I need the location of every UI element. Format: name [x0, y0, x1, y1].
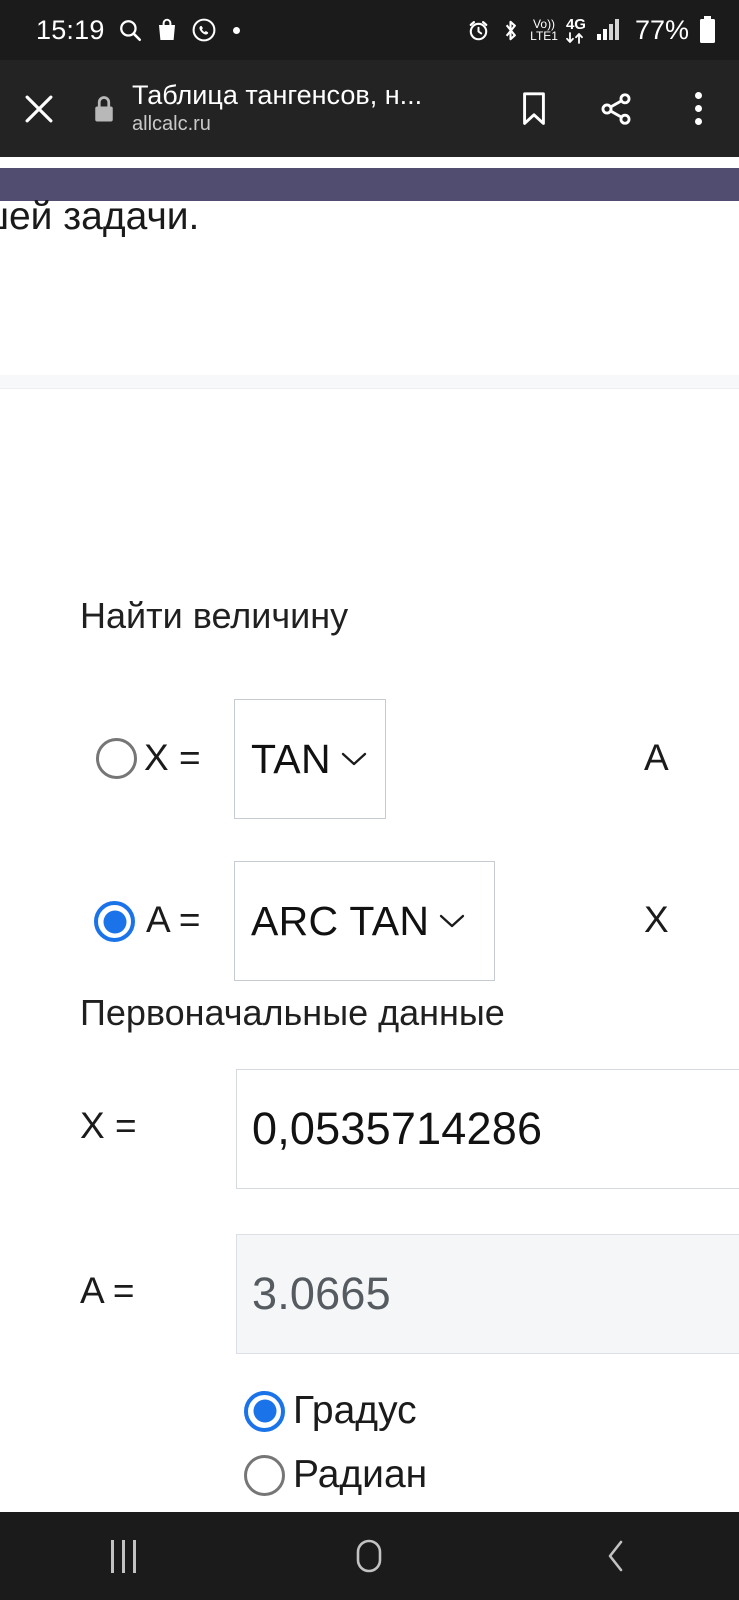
status-bar: 15:19 Vo)) LTE1 4G 77%	[0, 0, 739, 60]
system-navigation-bar	[0, 1512, 739, 1600]
mode-radio-a[interactable]	[94, 901, 135, 942]
section-divider	[0, 375, 739, 389]
site-security-button[interactable]	[78, 94, 130, 124]
status-bar-right: Vo)) LTE1 4G 77%	[466, 15, 717, 46]
chevron-down-icon	[440, 914, 465, 928]
x-input-value: 0,0535714286	[252, 1103, 543, 1154]
home-button[interactable]	[246, 1512, 492, 1600]
close-tab-button[interactable]	[0, 60, 78, 157]
signal-icon	[596, 19, 619, 40]
unit-label-degree: Градус	[293, 1389, 417, 1432]
back-button[interactable]	[493, 1512, 739, 1600]
bluetooth-icon	[505, 20, 517, 40]
more-options-icon	[694, 92, 702, 125]
mode-lead-label-a: A =	[146, 899, 201, 940]
unit-option-degree[interactable]: Градус	[244, 1389, 417, 1433]
field-row-x: X = 0,0535714286	[0, 1069, 739, 1189]
chevron-down-icon	[341, 752, 367, 766]
whatsapp-icon	[192, 18, 216, 42]
volte-icon: Vo)) LTE1	[530, 17, 558, 43]
page-webview: ашей задачи. Найти величину X = TAN A	[0, 157, 739, 1512]
dot-indicator-icon	[232, 26, 240, 34]
mode-tail-label-a: X	[644, 899, 669, 940]
share-button[interactable]	[575, 60, 657, 157]
mode-lead-label-x: X =	[144, 737, 201, 778]
unit-radio-radian[interactable]	[244, 1454, 285, 1496]
unit-option-radian[interactable]: Радиан	[244, 1453, 427, 1497]
browser-toolbar: Таблица тангенсов, н... allcalc.ru	[0, 60, 739, 157]
mode-radio-x[interactable]	[96, 738, 137, 779]
field-label-a: A =	[80, 1270, 135, 1311]
alarm-icon	[469, 20, 488, 40]
close-icon	[25, 95, 53, 122]
a-result-output: 3.0665	[236, 1234, 739, 1354]
bookmark-icon	[523, 91, 545, 125]
a-result-value: 3.0665	[252, 1268, 391, 1319]
function-select-arctan[interactable]: ARC TAN	[234, 861, 495, 981]
mode-row-a[interactable]: A = ARC TAN X	[0, 861, 739, 981]
share-icon	[601, 92, 631, 125]
unit-label-radian: Радиан	[293, 1453, 428, 1496]
more-options-button[interactable]	[657, 60, 739, 157]
battery-icon	[700, 16, 715, 43]
function-select-tan-value: TAN	[251, 735, 331, 782]
bookmark-button[interactable]	[493, 60, 575, 157]
function-select-tan[interactable]: TAN	[234, 699, 386, 819]
find-quantity-heading: Найти величину	[80, 595, 349, 636]
battery-percent-label: 77%	[634, 14, 689, 45]
4g-data-icon: 4G	[565, 17, 587, 44]
recents-button[interactable]	[0, 1512, 246, 1600]
phone-screen: 15:19 Vo)) LTE1 4G 77% Таблица тангенсов…	[0, 0, 739, 1600]
status-clock: 15:19	[36, 14, 105, 45]
x-input[interactable]: 0,0535714286	[236, 1069, 739, 1189]
back-icon	[608, 1540, 623, 1572]
mode-tail-label-x: A	[644, 737, 669, 778]
unit-radio-degree[interactable]	[244, 1390, 285, 1432]
function-select-arctan-value: ARC TAN	[251, 897, 430, 944]
lock-icon	[95, 95, 113, 121]
status-bar-left: 15:19	[36, 15, 240, 46]
home-icon	[357, 1539, 382, 1573]
initial-data-heading: Первоначальные данные	[80, 992, 505, 1033]
search-icon	[119, 20, 141, 42]
shopping-bag-icon	[158, 18, 175, 40]
page-title: Таблица тангенсов, н...	[132, 79, 423, 110]
recents-icon	[110, 1539, 136, 1573]
page-origin: allcalc.ru	[132, 113, 211, 136]
field-row-a: A = 3.0665	[0, 1234, 739, 1354]
address-bar[interactable]: Таблица тангенсов, н... allcalc.ru	[130, 80, 493, 137]
mode-row-x[interactable]: X = TAN A	[0, 699, 739, 819]
page-paragraph-clipped: ашей задачи.	[0, 195, 200, 238]
data-arrows-icon	[566, 31, 583, 44]
field-label-x: X =	[80, 1105, 137, 1146]
